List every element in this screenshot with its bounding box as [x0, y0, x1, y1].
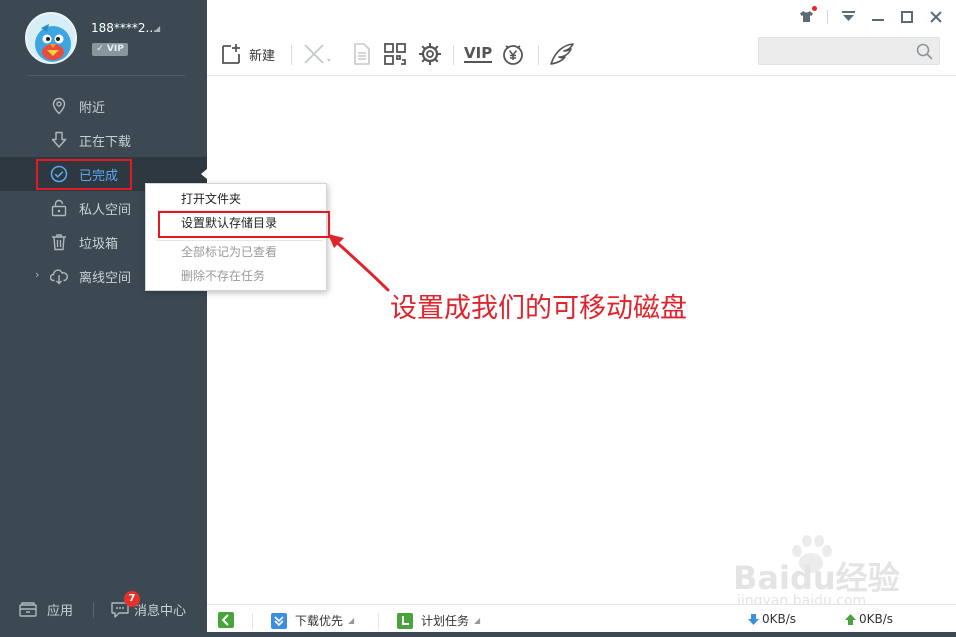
vip-badge[interactable]: ✓ VIP	[92, 43, 128, 56]
upload-speed-value: 0KB/s	[859, 612, 894, 626]
user-menu-caret-icon[interactable]: ◢	[154, 24, 160, 33]
qr-code-icon	[384, 43, 406, 65]
toolbar-divider	[207, 75, 956, 76]
download-speed-value: 0KB/s	[762, 612, 797, 626]
annotation-text: 设置成我们的可移动磁盘	[390, 293, 687, 324]
sidebar-item-label: 正在下载	[79, 134, 132, 150]
qr-code-button[interactable]	[384, 41, 408, 67]
status-separator	[252, 613, 253, 629]
download-priority-button[interactable]: 下载优先 ◢	[271, 612, 354, 629]
delete-x-icon	[304, 44, 331, 64]
toolbar-separator	[538, 45, 539, 65]
message-count-badge: 7	[124, 591, 140, 607]
yen-coin-icon	[503, 45, 523, 65]
location-pin-icon	[52, 97, 66, 115]
pay-button[interactable]	[501, 41, 525, 67]
schedule-clock-icon	[397, 612, 413, 629]
menu-separator	[156, 240, 322, 241]
vip-button[interactable]: VIP	[464, 41, 493, 67]
apps-button[interactable]: 应用	[18, 600, 73, 619]
accelerate-button[interactable]	[549, 41, 575, 67]
delete-button[interactable]	[303, 41, 333, 67]
search-icon[interactable]	[916, 43, 933, 60]
toolbar-separator	[291, 45, 292, 65]
menu-item-delete-missing[interactable]: 删除不存在任务	[181, 267, 265, 284]
close-icon[interactable]	[927, 8, 944, 25]
download-speed: 0KB/s	[747, 612, 796, 626]
bird-mascot-icon	[35, 24, 71, 62]
vip-label: VIP	[464, 44, 493, 63]
skin-shirt-icon[interactable]	[798, 6, 817, 25]
trash-icon	[52, 234, 66, 251]
new-file-plus-icon	[222, 44, 240, 64]
expand-chevron-icon[interactable]: ›	[35, 268, 39, 281]
dropdown-caret-icon: ◢	[348, 616, 355, 625]
settings-button[interactable]	[418, 41, 442, 67]
menu-dropdown-icon[interactable]	[840, 8, 857, 25]
sidebar: 188****2... ◢ ✓ VIP 附近 正在下载 已完成 私人空间 垃圾箱…	[0, 0, 207, 637]
message-center-label: 消息中心	[134, 604, 187, 619]
apps-label: 应用	[47, 604, 74, 619]
scheduled-tasks-button[interactable]: 计划任务 ◢	[397, 612, 480, 629]
upload-speed-arrow-icon	[845, 613, 856, 625]
completed-highlight-box	[36, 159, 132, 190]
notification-dot	[812, 6, 817, 11]
toolbar-separator	[453, 45, 454, 65]
status-separator	[378, 613, 379, 629]
profile-divider	[27, 75, 185, 76]
context-menu: 打开文件夹 设置默认存储目录 全部标记为已查看 删除不存在任务	[145, 183, 330, 291]
sidebar-item-nearby[interactable]: 附近	[0, 89, 207, 123]
lock-icon	[51, 199, 67, 217]
scheduled-tasks-label: 计划任务	[421, 614, 470, 628]
username[interactable]: 188****2...	[91, 21, 157, 35]
download-arrow-icon	[51, 131, 67, 148]
sidebar-bottom-bar: 应用 7 消息中心	[0, 591, 207, 628]
properties-button[interactable]	[352, 41, 372, 67]
sidebar-item-downloading[interactable]: 正在下载	[0, 123, 207, 157]
new-task-button[interactable]: 新建	[220, 41, 275, 67]
minimize-icon[interactable]	[869, 8, 886, 25]
sidebar-item-label: 附近	[79, 100, 106, 116]
document-icon	[354, 43, 370, 65]
avatar[interactable]	[25, 12, 77, 64]
window-bottom-border	[0, 632, 956, 637]
annotation-arrow-icon	[328, 234, 390, 292]
search-box[interactable]	[758, 37, 940, 65]
sidebar-item-label: 私人空间	[79, 202, 132, 218]
apps-box-icon	[19, 601, 37, 617]
download-priority-icon	[271, 612, 287, 629]
controls-separator	[827, 9, 828, 24]
vip-badge-v-icon: ✓	[96, 44, 107, 54]
sidebar-item-label: 离线空间	[79, 270, 132, 286]
download-speed-arrow-icon	[748, 613, 759, 625]
menu-highlight-box	[158, 211, 330, 238]
gear-icon	[419, 43, 441, 65]
bird-wing-icon	[550, 43, 574, 65]
collapse-sidebar-button[interactable]	[218, 612, 234, 628]
maximize-icon[interactable]	[898, 8, 915, 25]
vip-badge-label: VIP	[106, 44, 124, 54]
window-controls	[798, 6, 944, 25]
download-priority-label: 下载优先	[295, 614, 344, 628]
menu-item-mark-all-viewed[interactable]: 全部标记为已查看	[181, 243, 277, 260]
sidebar-bottom-separator	[93, 602, 94, 618]
sidebar-item-label: 垃圾箱	[79, 236, 119, 252]
new-task-label: 新建	[249, 48, 276, 64]
message-center-button[interactable]: 7 消息中心	[109, 591, 187, 619]
upload-speed: 0KB/s	[844, 612, 893, 626]
dropdown-caret-icon: ◢	[474, 616, 481, 625]
menu-item-open-folder[interactable]: 打开文件夹	[181, 190, 241, 207]
profile-area: 188****2... ◢ ✓ VIP	[0, 0, 207, 76]
chevron-left-icon	[221, 614, 229, 626]
cloud-download-icon	[50, 269, 68, 285]
